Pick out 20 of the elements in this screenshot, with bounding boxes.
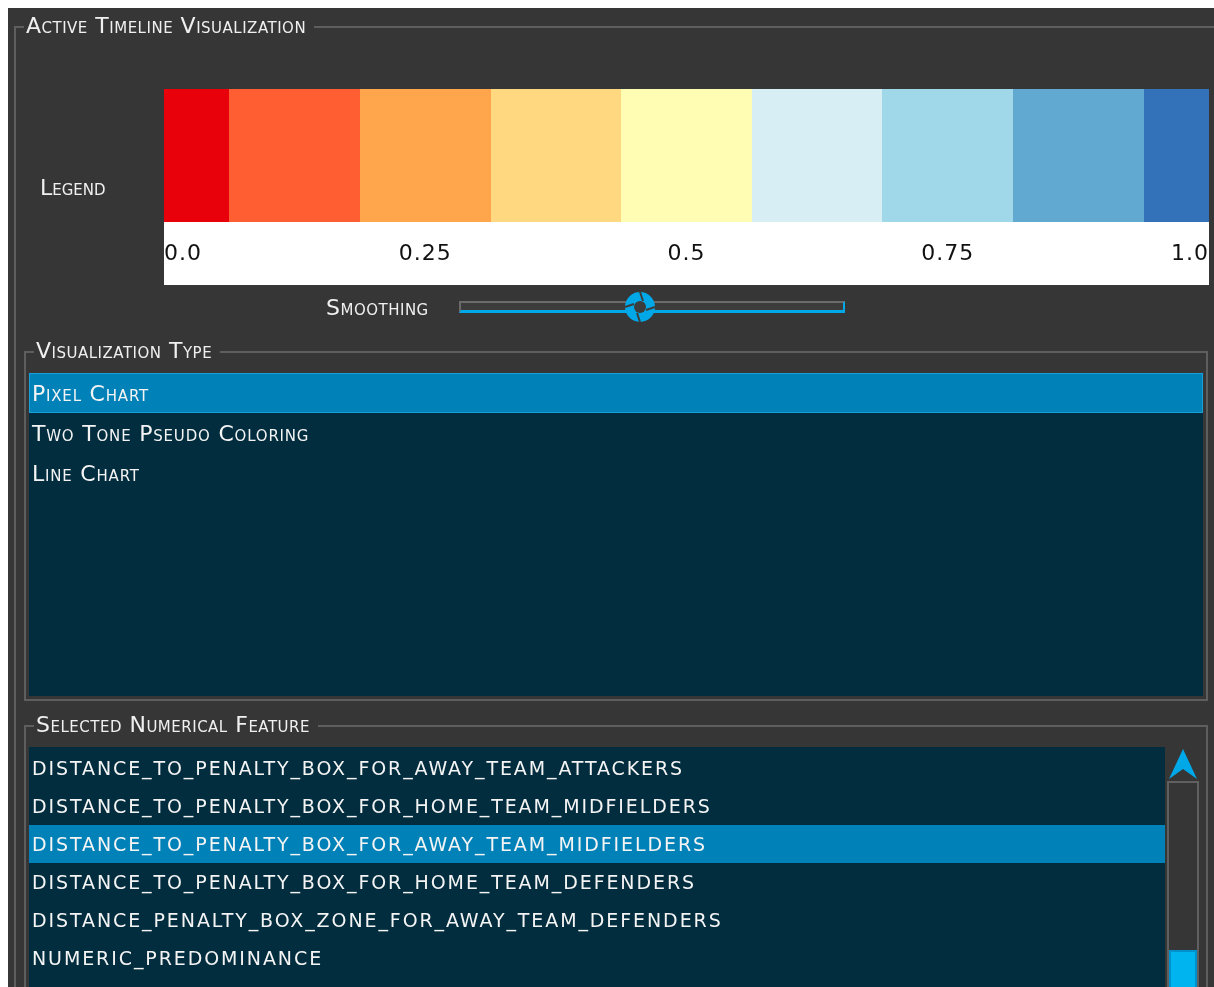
list-item[interactable]: DISTANCE_TO_PENALTY_BOX_FOR_HOME_TEAM_DEFENDERS [29,863,1165,901]
legend-label: Legend [39,174,107,200]
list-item[interactable]: DISTANCE_TO_PENALTY_BOX_FOR_AWAY_TEAM_ATTACKERS [29,749,1165,787]
list-item[interactable]: Two Tone Pseudo Coloring [29,413,1203,453]
list-item[interactable]: DISTANCE_TO_PENALTY_BOX_FOR_AWAY_TEAM_MIDFIELDERS [29,825,1165,863]
scale-tick-label: 0.5 [667,240,706,265]
list-item[interactable]: NUMERIC_PREDOMINANCE [29,939,1165,977]
scrollbar-track[interactable] [1167,781,1199,987]
scale-tick-label: 0.0 [164,240,202,265]
list-item[interactable]: DISTANCE_TO_PENALTY_BOX_FOR_HOME_TEAM_MIDFIELDERS [29,787,1165,825]
scroll-up-icon[interactable] [1167,747,1199,781]
scale-tick-label: 0.25 [398,240,452,265]
slider-thumb[interactable] [624,291,657,323]
scale-tick-label: 0.75 [921,240,975,265]
list-item[interactable]: Pixel Chart [29,373,1203,413]
slider-track[interactable] [458,301,845,313]
list-item[interactable]: DISTANCE_PENALTY_BOX_ZONE_FOR_AWAY_TEAM_DEFENDERS [29,901,1165,939]
list-item[interactable]: Line Chart [29,453,1203,493]
scale-tick-label: 1.0 [1171,240,1209,265]
smoothing-label: Smoothing [326,294,429,320]
